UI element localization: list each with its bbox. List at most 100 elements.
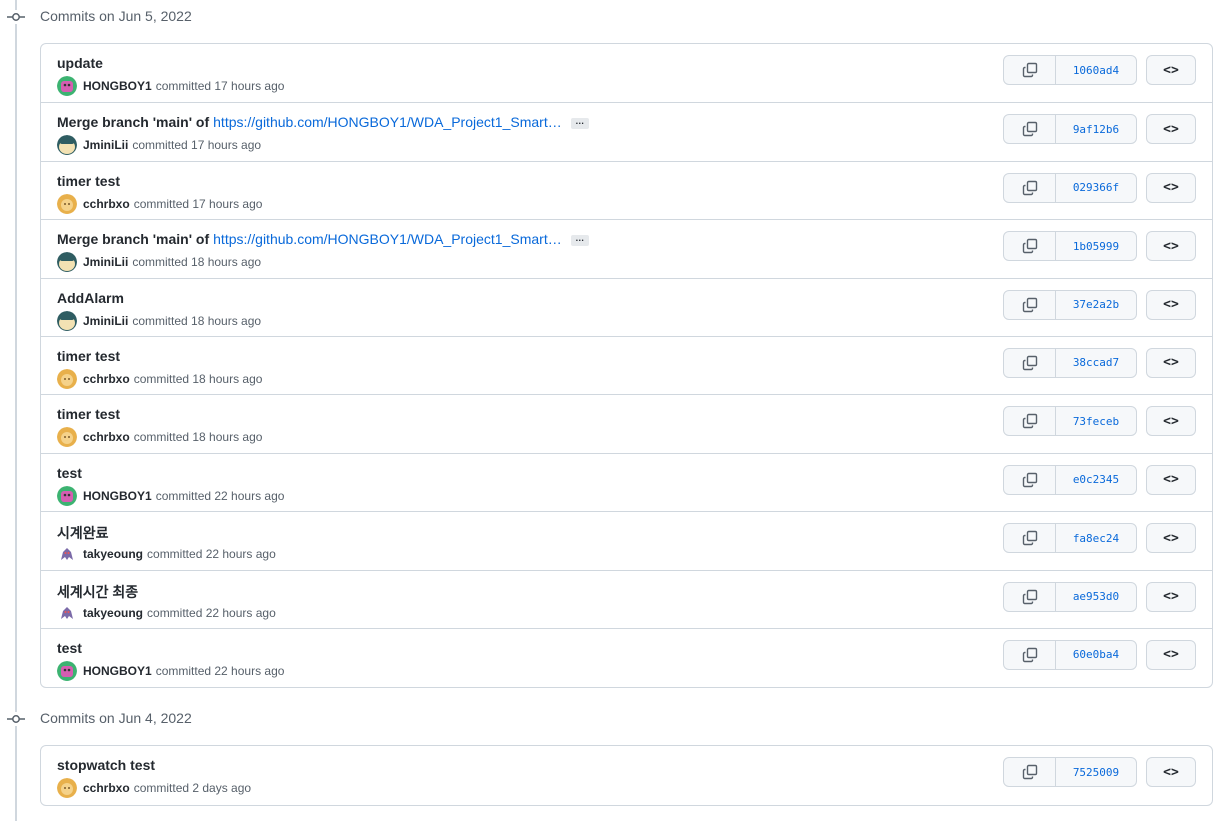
author-name[interactable]: takyeoung	[83, 606, 143, 620]
sha-button-group: 7525009	[1003, 757, 1137, 787]
copy-sha-button[interactable]	[1004, 56, 1056, 84]
commit-group-title: Commits on Jun 4, 2022	[40, 710, 192, 726]
copy-sha-button[interactable]	[1004, 348, 1056, 377]
copy-sha-button[interactable]	[1004, 115, 1056, 144]
avatar[interactable]	[57, 602, 77, 623]
browse-repo-button[interactable]: <>	[1146, 114, 1196, 145]
commit-message[interactable]: 세계시간 최종	[57, 582, 138, 602]
avatar[interactable]	[57, 252, 77, 273]
ellipsis-icon[interactable]: …	[570, 233, 589, 246]
browse-repo-button[interactable]: <>	[1146, 55, 1196, 85]
commit-title: timer test	[57, 406, 120, 422]
avatar[interactable]	[57, 193, 77, 214]
browse-repo-button[interactable]: <>	[1146, 231, 1196, 262]
code-icon: <>	[1163, 530, 1179, 546]
avatar[interactable]	[57, 544, 77, 565]
commit-group-header: Commits on Jun 4, 2022	[0, 709, 300, 729]
author-name[interactable]: JminiLii	[83, 255, 128, 269]
commit-actions: e0c2345 <>	[1003, 464, 1196, 497]
commit-message[interactable]: test	[57, 465, 82, 481]
author-name[interactable]: JminiLii	[83, 314, 128, 328]
avatar[interactable]	[57, 660, 77, 681]
copy-sha-button[interactable]	[1004, 758, 1056, 786]
ellipsis-icon[interactable]: …	[570, 116, 589, 129]
commit-actions: 37e2a2b <>	[1003, 289, 1196, 322]
code-icon: <>	[1163, 62, 1179, 78]
sha-button-group: ae953d0	[1003, 581, 1137, 612]
commit-sha-link[interactable]: 73feceb	[1056, 407, 1136, 435]
commit-meta: takyeoung committed 22 hours ago	[57, 544, 276, 565]
author-name[interactable]: cchrbxo	[83, 372, 130, 386]
commit-sha-link[interactable]: fa8ec24	[1056, 524, 1136, 552]
author-name[interactable]: HONGBOY1	[83, 79, 152, 93]
commit-sha-link[interactable]: 1060ad4	[1056, 56, 1136, 84]
git-commit-icon	[7, 10, 25, 24]
avatar[interactable]	[57, 485, 77, 506]
commit-meta: HONGBOY1 committed 22 hours ago	[57, 485, 284, 506]
commit-list: update HONGBOY1 committed 17 hours ago 1060…	[40, 43, 1213, 688]
commit-link[interactable]: https://github.com/HONGBOY1/WDA_Project1…	[213, 231, 562, 247]
commit-message[interactable]: stopwatch test	[57, 757, 155, 773]
avatar[interactable]	[57, 310, 77, 331]
browse-repo-button[interactable]: <>	[1146, 464, 1196, 495]
author-name[interactable]: cchrbxo	[83, 430, 130, 444]
avatar[interactable]	[57, 368, 77, 389]
copy-sha-button[interactable]	[1004, 290, 1056, 319]
commit-sha-link[interactable]: 38ccad7	[1056, 349, 1136, 377]
commit-sha-link[interactable]: 029366f	[1056, 174, 1136, 202]
commit-link[interactable]: https://github.com/HONGBOY1/WDA_Project1…	[213, 114, 562, 130]
author-name[interactable]: HONGBOY1	[83, 664, 152, 678]
browse-repo-button[interactable]: <>	[1146, 172, 1196, 203]
commit-row: timer test cchrbxo committed 18 hours ago 3…	[41, 335, 1212, 394]
avatar[interactable]	[57, 427, 77, 448]
browse-repo-button[interactable]: <>	[1146, 406, 1196, 437]
commit-title: timer test	[57, 348, 120, 364]
sha-button-group: 37e2a2b	[1003, 289, 1137, 320]
commit-sha-link[interactable]: 7525009	[1056, 758, 1136, 786]
commit-sha-link[interactable]: 9af12b6	[1056, 115, 1136, 143]
commit-message[interactable]: timer test	[57, 173, 120, 189]
copy-sha-button[interactable]	[1004, 524, 1056, 553]
commit-row: update HONGBOY1 committed 17 hours ago 1060…	[41, 44, 1212, 102]
code-icon: <>	[1163, 413, 1179, 429]
copy-sha-button[interactable]	[1004, 407, 1056, 436]
commit-message[interactable]: AddAlarm	[57, 290, 124, 306]
copy-sha-button[interactable]	[1004, 465, 1056, 494]
browse-repo-button[interactable]: <>	[1146, 523, 1196, 554]
author-name[interactable]: takyeoung	[83, 547, 143, 561]
code-icon: <>	[1163, 472, 1179, 488]
commit-message[interactable]: 시계완료	[57, 523, 109, 543]
commit-sha-link[interactable]: e0c2345	[1056, 466, 1136, 494]
commit-sha-link[interactable]: 60e0ba4	[1056, 641, 1136, 669]
browse-repo-button[interactable]: <>	[1146, 757, 1196, 787]
browse-repo-button[interactable]: <>	[1146, 347, 1196, 378]
browse-repo-button[interactable]: <>	[1146, 639, 1196, 670]
commit-message[interactable]: Merge branch 'main' of	[57, 231, 209, 247]
author-name[interactable]: HONGBOY1	[83, 489, 152, 503]
commit-message[interactable]: update	[57, 55, 103, 71]
commit-message[interactable]: Merge branch 'main' of	[57, 114, 209, 130]
copy-sha-button[interactable]	[1004, 582, 1056, 611]
commit-message[interactable]: timer test	[57, 348, 120, 364]
copy-sha-button[interactable]	[1004, 640, 1056, 669]
commit-sha-link[interactable]: 37e2a2b	[1056, 291, 1136, 319]
commit-sha-link[interactable]: ae953d0	[1056, 583, 1136, 611]
commit-actions: fa8ec24 <>	[1003, 523, 1196, 555]
copy-icon	[1022, 355, 1038, 371]
commit-message[interactable]: timer test	[57, 406, 120, 422]
browse-repo-button[interactable]: <>	[1146, 289, 1196, 320]
author-name[interactable]: cchrbxo	[83, 781, 130, 795]
author-name[interactable]: JminiLii	[83, 138, 128, 152]
commit-sha-link[interactable]: 1b05999	[1056, 232, 1136, 260]
avatar[interactable]	[57, 76, 77, 96]
copy-sha-button[interactable]	[1004, 173, 1056, 202]
author-name[interactable]: cchrbxo	[83, 197, 130, 211]
commit-row: test HONGBOY1 committed 22 hours ago e0c234…	[41, 452, 1212, 511]
commit-title: AddAlarm	[57, 290, 124, 306]
commit-message[interactable]: test	[57, 640, 82, 656]
browse-repo-button[interactable]: <>	[1146, 581, 1196, 612]
avatar[interactable]	[57, 135, 77, 156]
avatar[interactable]	[57, 778, 77, 798]
copy-sha-button[interactable]	[1004, 232, 1056, 261]
commit-time: committed 22 hours ago	[147, 547, 276, 562]
